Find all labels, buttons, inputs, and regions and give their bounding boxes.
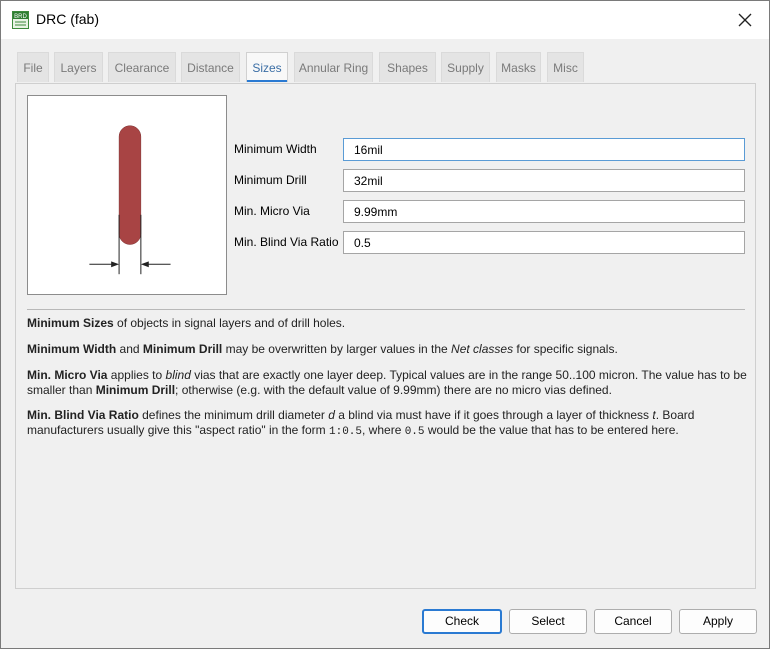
minimum-width-input[interactable] [343,138,745,161]
check-button[interactable]: Check [422,609,502,634]
min-micro-via-label: Min. Micro Via [234,204,310,218]
brd-app-icon: BRD [12,11,29,29]
sizes-preview-illustration [27,95,227,295]
tab-layers[interactable]: Layers [54,52,103,82]
arrowhead-right [140,261,149,268]
minimum-drill-input[interactable] [343,169,745,192]
description-blind-via-ratio: Min. Blind Via Ratio defines the minimum… [27,408,695,438]
minimum-drill-label: Minimum Drill [234,173,307,187]
active-tab-indicator [247,80,287,82]
min-micro-via-input[interactable] [343,200,745,223]
arrowhead-left [111,261,120,268]
app-icon-label: BRD [14,14,27,20]
tab-masks[interactable]: Masks [496,52,541,82]
title-bar: BRD DRC (fab) [1,1,769,39]
tab-annular-ring[interactable]: Annular Ring [294,52,373,82]
apply-button[interactable]: Apply [679,609,757,634]
divider [27,309,745,310]
close-icon[interactable] [735,10,755,30]
tab-sizes[interactable]: Sizes [246,52,288,82]
tab-distance[interactable]: Distance [181,52,240,82]
drc-dialog: BRD DRC (fab) File Layers Clearance Dist… [0,0,770,649]
description-micro-via: Min. Micro Via applies to blind vias tha… [27,368,747,397]
tab-supply[interactable]: Supply [441,52,490,82]
description-minimum-sizes: Minimum Sizes of objects in signal layer… [27,316,346,330]
tab-file[interactable]: File [17,52,49,82]
min-blind-via-ratio-input[interactable] [343,231,745,254]
trace-shape [118,125,142,245]
tab-sizes-label: Sizes [252,61,282,75]
window-title: DRC (fab) [36,11,100,27]
description-width-drill: Minimum Width and Minimum Drill may be o… [27,342,618,356]
select-button[interactable]: Select [509,609,587,634]
tab-clearance[interactable]: Clearance [108,52,176,82]
tab-misc[interactable]: Misc [547,52,584,82]
minimum-width-label: Minimum Width [234,142,317,156]
min-blind-via-ratio-label: Min. Blind Via Ratio [234,235,339,249]
tab-shapes[interactable]: Shapes [379,52,436,82]
cancel-button[interactable]: Cancel [594,609,672,634]
